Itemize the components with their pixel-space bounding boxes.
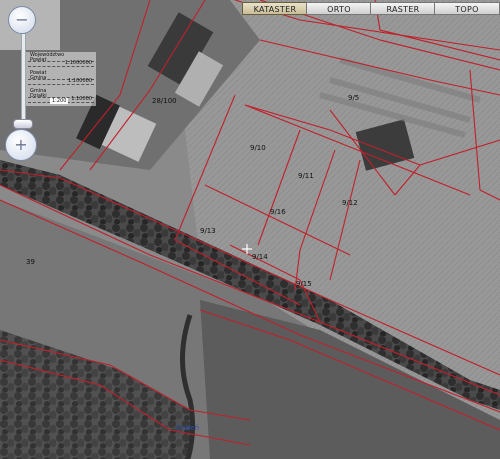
parcel-label: 9/15 xyxy=(296,280,312,288)
scale-row: Powiat 1:1000000 xyxy=(28,57,94,67)
place-label: Dubeń xyxy=(176,424,200,432)
parcel-label: 28/100 xyxy=(152,97,177,105)
scale-row-value: 1:100000 xyxy=(68,78,92,84)
scale-row-value: 1:1000000 xyxy=(64,60,92,66)
parcel-label: 39 xyxy=(26,258,35,266)
parcel-label: 9/5 xyxy=(348,94,359,102)
scale-row-label: Działki xyxy=(30,93,47,99)
layer-raster-button[interactable]: RASTER xyxy=(370,2,436,15)
zoom-slider-handle[interactable] xyxy=(13,119,33,129)
map-viewport[interactable]: 9/5 9/10 9/11 9/12 9/16 9/13 9/14 9/15 2… xyxy=(0,0,500,459)
parcel-label: 9/11 xyxy=(298,172,314,180)
parcel-label: 9/16 xyxy=(270,208,286,216)
zoom-in-button[interactable]: + xyxy=(5,129,37,161)
layer-orto-button[interactable]: ORTO xyxy=(306,2,372,15)
scale-badge: 1:200 xyxy=(50,98,69,104)
layer-topo-button[interactable]: TOPO xyxy=(434,2,500,15)
layer-kataster-button[interactable]: KATASTER xyxy=(242,2,308,15)
parcel-label: 9/13 xyxy=(200,227,216,235)
scale-row-value: 1:10000 xyxy=(71,96,92,102)
scale-row-label: Gmina xyxy=(30,75,47,81)
scale-row: Gmina 1:100000 xyxy=(28,75,94,85)
parcel-label: 9/12 xyxy=(342,199,358,207)
scale-row-label: Powiat xyxy=(30,57,47,63)
scale-legend-panel: Województwo Powiat 1:1000000 Powiat Gmin… xyxy=(26,52,96,106)
zoom-out-button[interactable]: − xyxy=(8,6,36,34)
plus-icon: + xyxy=(14,135,28,154)
minus-icon: − xyxy=(15,10,29,29)
parcel-label: 9/10 xyxy=(250,144,266,152)
parcel-label: 9/14 xyxy=(252,253,268,261)
